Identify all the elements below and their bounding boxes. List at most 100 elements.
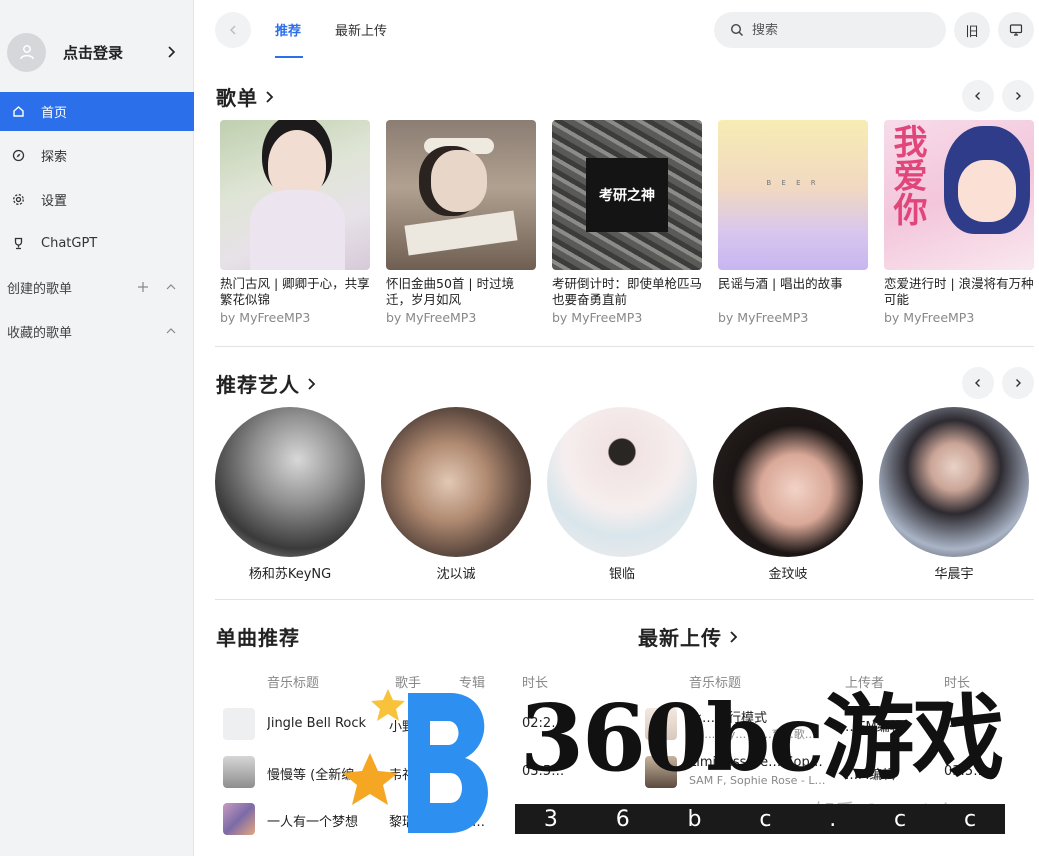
upload-artist: SAM F, Sophie Rose - L…	[689, 774, 826, 787]
gear-icon	[11, 193, 25, 207]
artist-photo[interactable]	[215, 407, 365, 557]
chevron-up-icon[interactable]	[164, 280, 178, 294]
song-duration: 02:2…	[522, 716, 565, 731]
chevron-right-icon	[730, 630, 738, 643]
playlist-card[interactable]: 怀旧金曲50首 | 时过境迁，岁月如风 by MyFreeMP3	[386, 120, 536, 325]
playlists-next-button[interactable]	[1002, 80, 1034, 112]
watermark-char: 3	[543, 806, 558, 832]
song-title: 慢慢等 (全新编…	[267, 768, 368, 783]
compass-icon	[11, 149, 25, 163]
artist-name: 杨和苏KeyNG	[248, 567, 332, 582]
col-header-duration: 时长	[522, 676, 549, 691]
artist-photo[interactable]	[713, 407, 863, 557]
artist-name: 沈以诚	[436, 567, 476, 582]
upload-duration: …	[944, 716, 957, 731]
song-thumbnail	[223, 708, 255, 740]
upload-artist: De… Jay… 上…育…歌…	[689, 728, 816, 741]
login-button[interactable]: 点击登录	[7, 31, 187, 73]
artists-next-button[interactable]	[1002, 367, 1034, 399]
home-icon	[11, 105, 25, 119]
song-row[interactable]	[223, 708, 255, 740]
watermark-char: 6	[615, 806, 630, 832]
artist-card[interactable]: 华晨宇	[879, 407, 1029, 582]
upload-uploader[interactable]: …M编辑	[845, 764, 925, 783]
playlist-cover[interactable]: B E E R	[718, 120, 868, 270]
col-header-uploader: 上传者	[845, 676, 885, 691]
trophy-icon	[11, 237, 25, 251]
section-divider	[215, 599, 1034, 600]
monitor-icon	[1009, 24, 1023, 36]
artist-photo[interactable]	[879, 407, 1029, 557]
song-artist[interactable]: 小野	[389, 716, 439, 735]
playlist-title: 考研倒计时：即使单枪匹马 也要奋勇直前	[552, 276, 702, 307]
playlist-author: by MyFreeMP3	[884, 310, 975, 325]
old-version-button[interactable]: 旧	[954, 12, 990, 48]
artist-card[interactable]: 金玟岐	[713, 407, 863, 582]
avatar-icon	[7, 32, 46, 72]
col-header-album: 专辑	[459, 676, 486, 691]
upload-duration: 03:5…	[944, 764, 987, 779]
artist-name: 华晨宇	[934, 567, 974, 582]
playlist-card[interactable]: 我爱你 恋爱进行时 | 浪漫将有万种可能 by MyFreeMP3	[884, 120, 1034, 325]
sidebar-item-label: 首页	[41, 106, 68, 121]
tab-recommended[interactable]: 推荐	[275, 20, 301, 39]
playlist-author: by MyFreeMP3	[552, 310, 643, 325]
artists-section-title[interactable]: 推荐艺人	[216, 369, 318, 398]
sidebar: 点击登录 首页 探索 设置 ChatGPT 创建的歌单 收藏的歌单	[0, 0, 194, 856]
uploads-section-title[interactable]: 最新上传	[638, 622, 740, 651]
artists-prev-button[interactable]	[962, 367, 994, 399]
back-button[interactable]	[215, 12, 251, 48]
song-artist[interactable]: 黎瑞…	[389, 811, 439, 830]
playlist-author: by MyFreeMP3	[386, 310, 477, 325]
upload-thumbnail	[645, 756, 677, 788]
song-title: 一人有一个梦想	[267, 815, 359, 830]
song-thumbnail	[223, 756, 255, 788]
artist-photo[interactable]	[547, 407, 697, 557]
song-album[interactable]: 慢…	[459, 764, 509, 783]
artist-card[interactable]: 沈以诚	[381, 407, 531, 582]
playlist-cover[interactable]: 我爱你	[884, 120, 1034, 270]
desktop-button[interactable]	[998, 12, 1034, 48]
playlist-cover[interactable]: 考研之神	[552, 120, 702, 270]
upload-uploader[interactable]: …FM编辑	[845, 716, 925, 735]
playlist-card[interactable]: 考研之神 考研倒计时：即使单枪匹马 也要奋勇直前 by MyFreeMP3	[552, 120, 702, 325]
song-artist[interactable]: 韦礼安	[389, 764, 439, 783]
created-playlists-label: 创建的歌单	[7, 281, 73, 297]
sidebar-item-chatgpt[interactable]: ChatGPT	[0, 224, 194, 263]
artist-card[interactable]: 杨和苏KeyNG	[215, 407, 365, 582]
playlist-cover-text: 我爱你	[887, 124, 927, 226]
chevron-up-icon[interactable]	[164, 324, 178, 338]
song-album[interactable]: 继…	[459, 811, 509, 830]
upload-title: 永…飞行模式	[689, 711, 768, 726]
search-input[interactable]	[752, 22, 932, 38]
upload-thumbnail	[645, 708, 677, 740]
playlist-cover-text: 考研之神	[599, 188, 655, 204]
playlist-card[interactable]: 热门古风 | 卿卿于心，共享繁花似锦 by MyFreeMP3	[220, 120, 370, 325]
plus-icon[interactable]	[136, 280, 150, 294]
watermark-char: b	[687, 806, 702, 832]
playlist-cover[interactable]	[220, 120, 370, 270]
song-row[interactable]	[223, 756, 255, 788]
song-row[interactable]	[223, 803, 255, 835]
sidebar-item-explore[interactable]: 探索	[0, 136, 194, 175]
created-playlists-header[interactable]: 创建的歌单	[0, 272, 194, 302]
collected-playlists-header[interactable]: 收藏的歌单	[0, 316, 194, 346]
search-box[interactable]	[714, 12, 946, 48]
playlists-section-title[interactable]: 歌单	[216, 82, 276, 111]
sidebar-item-settings[interactable]: 设置	[0, 180, 194, 219]
artist-card[interactable]: 银临	[547, 407, 697, 582]
tab-latest-uploads[interactable]: 最新上传	[335, 20, 387, 39]
artist-name: 金玟岐	[768, 567, 808, 582]
col-header-title: 音乐标题	[689, 676, 742, 691]
song-album[interactable]: 小…	[459, 716, 509, 735]
zhihu-watermark: 知乎 @crystal	[815, 799, 949, 823]
sidebar-item-home[interactable]: 首页	[0, 92, 194, 131]
playlist-cover[interactable]	[386, 120, 536, 270]
song-duration: 03:5…	[522, 764, 565, 779]
playlists-prev-button[interactable]	[962, 80, 994, 112]
playlist-card[interactable]: B E E R 民谣与酒 | 唱出的故事 by MyFreeMP3	[718, 120, 868, 325]
playlist-title: 热门古风 | 卿卿于心，共享繁花似锦	[220, 276, 370, 307]
chevron-right-icon	[1016, 379, 1021, 387]
chevron-right-icon	[308, 377, 316, 390]
artist-photo[interactable]	[381, 407, 531, 557]
